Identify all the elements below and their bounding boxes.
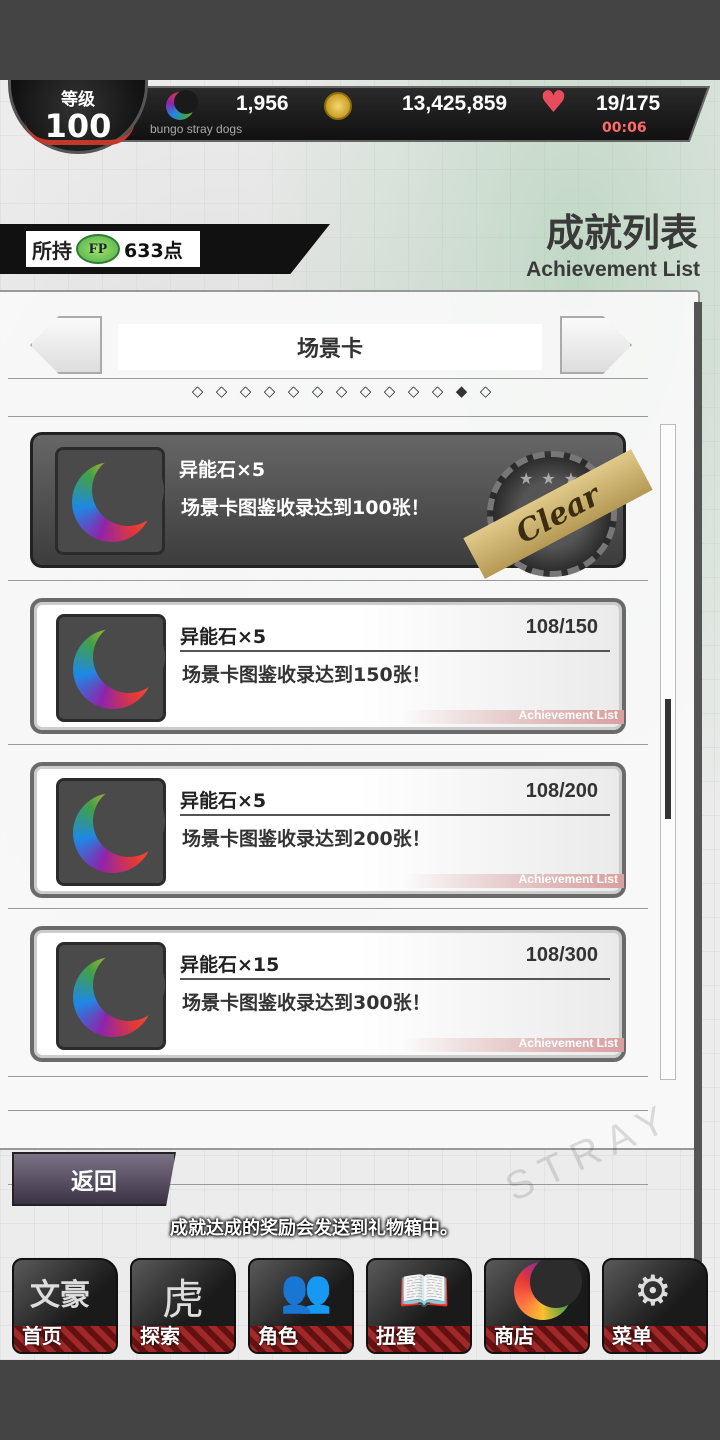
page-dot: ◇ — [191, 382, 204, 400]
nav-home[interactable]: 文豪 首页 — [12, 1258, 118, 1354]
book-icon: 📖 — [398, 1266, 451, 1315]
page-dot: ◇ — [287, 382, 300, 400]
divider — [180, 978, 610, 980]
reward-icon-box — [56, 942, 166, 1050]
stone-count: 1,956 — [236, 92, 289, 115]
nav-label: 扭蛋 — [376, 1324, 416, 1348]
ability-stone-icon — [73, 621, 165, 709]
bungo-logo-icon: 文豪 — [30, 1278, 90, 1313]
coin-count: 13,425,859 — [402, 92, 508, 115]
achievement-card-cleared[interactable]: 异能石×5 场景卡图鉴收录达到100张！ ★★★ Clear — [30, 432, 653, 579]
page-dot: ◇ — [263, 382, 276, 400]
nav-label: 首页 — [22, 1324, 62, 1348]
achievement-card[interactable]: 异能石×15 108/300 场景卡图鉴收录达到300张！ Achievemen… — [30, 926, 626, 1062]
achievement-card[interactable]: 异能石×5 108/150 场景卡图鉴收录达到150张！ Achievement… — [30, 598, 626, 734]
reward-icon-box — [56, 778, 166, 886]
nav-shop[interactable]: 商店 — [484, 1258, 590, 1354]
ruled-line — [8, 378, 648, 379]
ruled-line — [8, 1110, 648, 1111]
bottom-nav: 文豪 首页 虎 探索 👥 角色 📖 扭蛋 商店 ⚙ 菜单 — [0, 1256, 720, 1360]
divider — [180, 814, 610, 816]
footer-text: Achievement List — [518, 708, 618, 722]
page-dot: ◇ — [311, 382, 324, 400]
nav-menu[interactable]: ⚙ 菜单 — [602, 1258, 708, 1354]
stone-icon — [514, 1260, 582, 1320]
progress-count: 108/200 — [525, 780, 598, 802]
reward-text: 异能石×5 — [179, 459, 266, 481]
reward-icon-box — [55, 447, 165, 555]
nav-gacha[interactable]: 📖 扭蛋 — [366, 1258, 472, 1354]
reward-text: 异能石×5 — [180, 626, 267, 648]
ruled-line — [8, 580, 648, 581]
ruled-line — [8, 416, 648, 417]
ability-stone-icon — [166, 90, 198, 120]
page-dot: ◇ — [335, 382, 348, 400]
ap-count: 19/175 — [596, 92, 661, 115]
nav-explore[interactable]: 虎 探索 — [130, 1258, 236, 1354]
ruled-line — [8, 908, 648, 909]
fp-label: 所持 — [32, 238, 72, 263]
fp-value: 633点 — [124, 239, 183, 262]
divider — [180, 650, 610, 652]
page-dot: ◇ — [431, 382, 444, 400]
ability-stone-icon — [72, 454, 164, 542]
characters-icon: 👥 — [280, 1266, 333, 1315]
tiger-icon: 虎 — [162, 1275, 205, 1324]
page-indicator: ◇ ◇ ◇ ◇ ◇ ◇ ◇ ◇ ◇ ◇ ◇ ◆ ◇ — [188, 382, 495, 400]
reward-text: 异能石×15 — [180, 954, 280, 976]
page-dot: ◇ — [407, 382, 420, 400]
system-status-bar — [0, 0, 720, 80]
panel-edge — [694, 302, 702, 1262]
gear-icon: ⚙ — [634, 1266, 672, 1315]
fp-box: 所持 FP 633点 — [26, 231, 200, 267]
achievement-desc: 场景卡图鉴收录达到300张！ — [182, 992, 431, 1014]
nav-label: 探索 — [140, 1324, 180, 1348]
nav-label: 菜单 — [612, 1324, 652, 1348]
category-title: 场景卡 — [118, 324, 542, 370]
ap-timer: 00:06 — [602, 120, 647, 136]
progress-count: 108/150 — [525, 616, 598, 638]
page-title: 成就列表 — [545, 211, 698, 255]
game-subtitle: bungo stray dogs — [150, 122, 243, 136]
heart-ap-icon: ♥ — [540, 85, 567, 120]
ability-stone-icon — [73, 785, 165, 873]
page-dot: ◇ — [239, 382, 252, 400]
page-dot: ◇ — [383, 382, 396, 400]
footer-text: Achievement List — [518, 872, 618, 886]
system-nav-bar — [0, 1360, 720, 1440]
card-footer: Achievement List — [404, 872, 624, 888]
coin-icon — [324, 92, 352, 120]
list-scrollbar[interactable] — [660, 424, 676, 1080]
achievement-desc: 场景卡图鉴收录达到200张！ — [182, 828, 431, 850]
fp-icon: FP — [76, 234, 120, 264]
scroll-thumb[interactable] — [665, 699, 671, 819]
game-screen: 等级 100 1,956 13,425,859 ♥ 19/175 bungo s… — [0, 80, 720, 1360]
page-dot: ◆ — [455, 382, 468, 400]
back-button[interactable]: 返回 — [12, 1152, 176, 1206]
card-footer: Achievement List — [404, 708, 624, 724]
page-dot: ◇ — [359, 382, 372, 400]
level-ring — [25, 119, 135, 145]
reward-notice: 成就达成的奖励会发送到礼物箱中。 — [170, 1218, 458, 1239]
reward-text: 异能石×5 — [180, 790, 267, 812]
progress-count: 108/300 — [525, 944, 598, 966]
achievement-desc: 场景卡图鉴收录达到150张！ — [182, 664, 431, 686]
nav-label: 商店 — [494, 1324, 534, 1348]
level-badge: 等级 100 — [8, 80, 148, 154]
card-footer: Achievement List — [404, 1036, 624, 1052]
page-subtitle: Achievement List — [526, 258, 700, 281]
reward-icon-box — [56, 614, 166, 722]
page-dot: ◇ — [479, 382, 492, 400]
ability-stone-icon — [73, 949, 165, 1037]
achievement-card[interactable]: 异能石×5 108/200 场景卡图鉴收录达到200张！ Achievement… — [30, 762, 626, 898]
nav-label: 角色 — [258, 1324, 298, 1348]
achievement-desc: 场景卡图鉴收录达到100张！ — [181, 497, 430, 519]
ruled-line — [8, 744, 648, 745]
ruled-line — [8, 1076, 648, 1077]
fp-banner: 所持 FP 633点 — [0, 224, 330, 274]
nav-characters[interactable]: 👥 角色 — [248, 1258, 354, 1354]
footer-text: Achievement List — [518, 1036, 618, 1050]
page-dot: ◇ — [215, 382, 228, 400]
